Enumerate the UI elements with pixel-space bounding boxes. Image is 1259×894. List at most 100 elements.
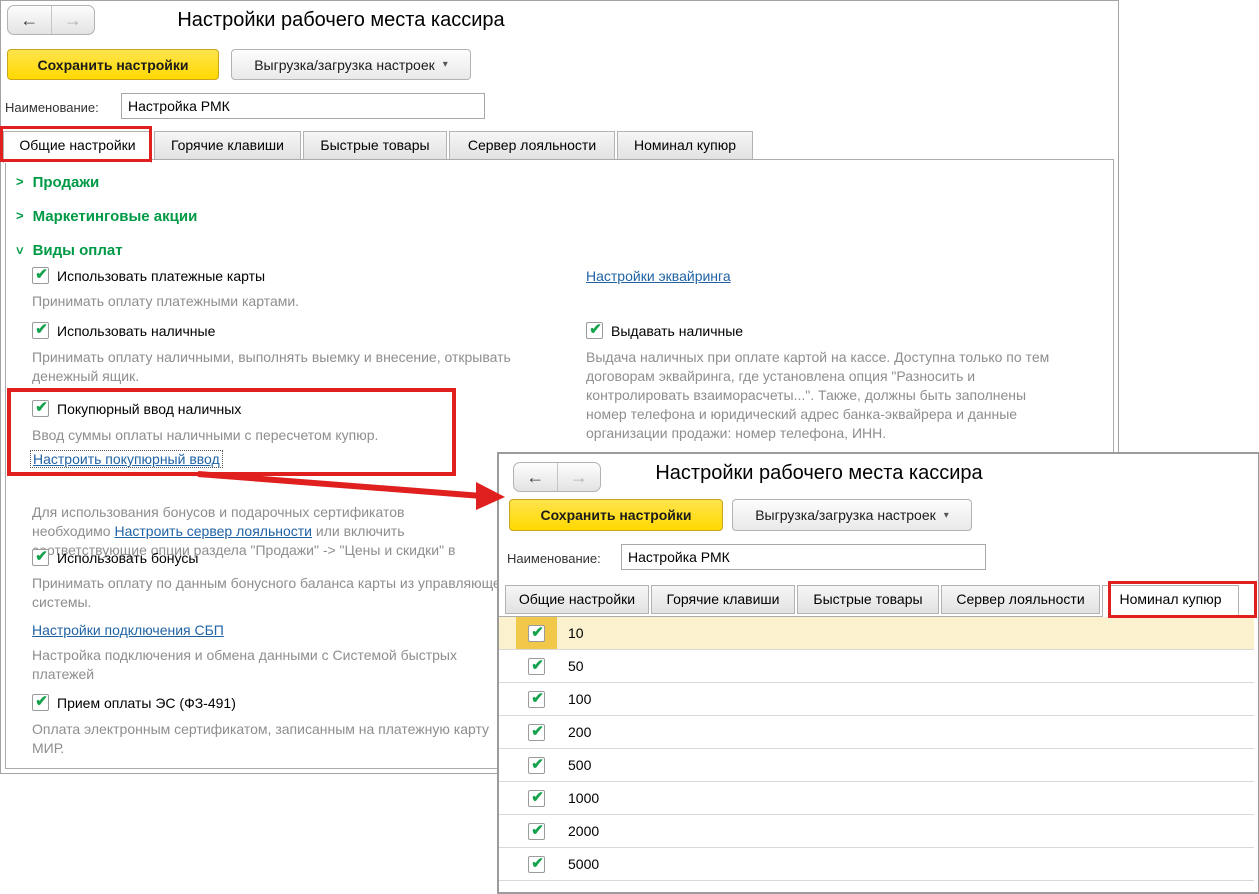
denomination-checkbox-cell[interactable]: ✔ [516, 749, 557, 781]
es-payment-description: Оплата электронным сертификатом, записан… [32, 721, 490, 756]
use-bonuses-description: Принимать оплату по данным бонусного бал… [32, 575, 509, 610]
history-nav-group: ← → [513, 462, 601, 492]
save-settings-button[interactable]: Сохранить настройки [509, 499, 723, 531]
checkbox-box: ✔ [528, 755, 545, 774]
section-chevron-icon: > [16, 208, 24, 223]
screenshot-canvas: ← → Настройки рабочего места кассира Сох… [0, 0, 1259, 894]
checkbox-box: ✔ [528, 623, 545, 642]
export-import-settings-button[interactable]: Выгрузка/загрузка настроек ▾ [231, 49, 471, 80]
tab-loyalty-server[interactable]: Сервер лояльности [449, 131, 615, 160]
name-input[interactable] [621, 544, 986, 570]
denomination-row[interactable]: ✔ 100 [499, 683, 1254, 716]
configure-banknote-input-link[interactable]: Настроить покупюрный ввод [30, 450, 223, 468]
denomination-row[interactable]: ✔ 10 [499, 617, 1254, 650]
checkbox-label: Выдавать наличные [611, 322, 744, 339]
give-out-cash-description: Выдача наличных при оплате картой на кас… [586, 349, 1050, 441]
denomination-checkbox-cell[interactable]: ✔ [516, 650, 557, 682]
section-chevron-icon: > [16, 174, 24, 189]
checkbox-use-bonuses[interactable]: ✔ Использовать бонусы [32, 549, 198, 566]
tab-hotkeys[interactable]: Горячие клавиши [651, 585, 795, 614]
name-input[interactable] [121, 93, 485, 119]
denomination-checkbox-cell-focused[interactable]: ✔ [516, 617, 557, 649]
checkbox-banknote-cash-input[interactable]: ✔ Покупюрный ввод наличных [32, 400, 241, 417]
save-settings-button[interactable]: Сохранить настройки [7, 49, 219, 80]
tab-general-settings[interactable]: Общие настройки [505, 585, 649, 614]
tab-quick-goods[interactable]: Быстрые товары [797, 585, 939, 614]
tab-loyalty-server[interactable]: Сервер лояльности [941, 585, 1100, 614]
denomination-row[interactable]: ✔ 2000 [499, 815, 1254, 848]
tab-strip: Общие настройки Горячие клавиши Быстрые … [505, 585, 1241, 617]
checkbox-label: Использовать платежные карты [57, 267, 266, 284]
denomination-checkbox-cell[interactable]: ✔ [516, 683, 557, 715]
checkbox-check-icon: ✔ [531, 623, 544, 641]
denomination-row[interactable]: ✔ 200 [499, 716, 1254, 749]
checkbox-check-icon: ✔ [531, 656, 544, 674]
back-button[interactable]: ← [8, 6, 52, 34]
denomination-value: 200 [568, 724, 592, 740]
denomination-checkbox-cell[interactable]: ✔ [516, 716, 557, 748]
checkbox-check-icon: ✔ [589, 321, 602, 338]
dropdown-caret-icon: ▾ [442, 59, 448, 70]
checkbox-box: ✔ [32, 549, 49, 566]
section-payment-types[interactable]: > Виды оплат [12, 242, 122, 259]
checkbox-box: ✔ [528, 854, 545, 873]
section-marketing-label: Маркетинговые акции [32, 208, 198, 225]
denomination-row[interactable]: ✔ 5000 [499, 848, 1254, 881]
denomination-value: 2000 [568, 823, 600, 839]
forward-icon: → [569, 466, 588, 487]
checkbox-check-icon: ✔ [531, 755, 544, 773]
checkbox-label: Использовать бонусы [57, 549, 199, 566]
configure-loyalty-server-link[interactable]: Настроить сервер лояльности [114, 523, 312, 539]
section-marketing[interactable]: > Маркетинговые акции [16, 208, 197, 225]
sbp-connection-settings-link[interactable]: Настройки подключения СБП [32, 622, 224, 638]
denomination-value: 100 [568, 691, 592, 707]
export-import-label: Выгрузка/загрузка настроек [755, 507, 936, 523]
tab-general-settings[interactable]: Общие настройки [3, 131, 152, 163]
acquiring-settings-link[interactable]: Настройки эквайринга [586, 268, 731, 284]
checkbox-box: ✔ [528, 789, 545, 807]
checkbox-label: Покупюрный ввод наличных [57, 400, 242, 417]
tab-banknote-denomination[interactable]: Номинал купюр [617, 131, 753, 160]
sbp-description: Настройка подключения и обмена данными с… [32, 647, 457, 682]
denomination-checkbox-cell[interactable]: ✔ [516, 848, 557, 880]
page-title: Настройки рабочего места кассира [177, 9, 505, 31]
denomination-row[interactable]: ✔ 50 [499, 650, 1254, 683]
checkbox-box: ✔ [528, 689, 545, 708]
denomination-checkbox-cell[interactable]: ✔ [516, 782, 557, 814]
forward-button[interactable]: → [52, 6, 95, 34]
checkbox-box: ✔ [528, 723, 545, 741]
export-import-label: Выгрузка/загрузка настроек [254, 56, 435, 73]
tab-banknote-denomination[interactable]: Номинал купюр [1102, 585, 1239, 617]
checkbox-check-icon: ✔ [35, 266, 48, 283]
tab-hotkeys[interactable]: Горячие клавиши [154, 131, 301, 160]
checkbox-box: ✔ [528, 656, 545, 675]
checkbox-use-cash[interactable]: ✔ Использовать наличные [32, 322, 215, 339]
denomination-row[interactable]: ✔ 1000 [499, 782, 1254, 815]
denomination-list: ✔ 10 ✔ 50 ✔ 100 ✔ 200 ✔ 500 ✔ 1000 ✔ 200… [499, 616, 1254, 890]
checkbox-check-icon: ✔ [531, 854, 544, 872]
export-import-settings-button[interactable]: Выгрузка/загрузка настроек ▾ [732, 499, 972, 531]
checkbox-box: ✔ [528, 822, 545, 840]
denomination-row[interactable]: ✔ 500 [499, 749, 1254, 782]
checkbox-check-icon: ✔ [35, 321, 48, 338]
denomination-checkbox-cell[interactable]: ✔ [516, 815, 557, 847]
checkbox-label: Прием оплаты ЭС (ФЗ-491) [57, 694, 236, 711]
checkbox-check-icon: ✔ [35, 693, 48, 710]
checkbox-es-payment[interactable]: ✔ Прием оплаты ЭС (ФЗ-491) [32, 694, 236, 711]
forward-button[interactable]: → [558, 463, 601, 491]
section-sales[interactable]: > Продажи [16, 174, 99, 191]
denomination-value: 500 [568, 757, 592, 773]
page-title: Настройки рабочего места кассира [655, 462, 983, 484]
checkbox-box: ✔ [32, 400, 49, 417]
banknote-cash-input-description: Ввод суммы оплаты наличными с пересчетом… [32, 427, 379, 443]
checkbox-check-icon: ✔ [531, 689, 544, 707]
back-button[interactable]: ← [514, 463, 558, 491]
use-payment-cards-description: Принимать оплату платежными картами. [32, 293, 300, 309]
checkbox-give-out-cash[interactable]: ✔ Выдавать наличные [586, 322, 743, 339]
back-icon: ← [20, 9, 39, 30]
history-nav-group: ← → [7, 5, 95, 35]
checkbox-label: Использовать наличные [57, 322, 216, 339]
checkbox-use-payment-cards[interactable]: ✔ Использовать платежные карты [32, 267, 265, 284]
name-label: Наименование: [5, 100, 99, 115]
tab-quick-goods[interactable]: Быстрые товары [303, 131, 447, 160]
